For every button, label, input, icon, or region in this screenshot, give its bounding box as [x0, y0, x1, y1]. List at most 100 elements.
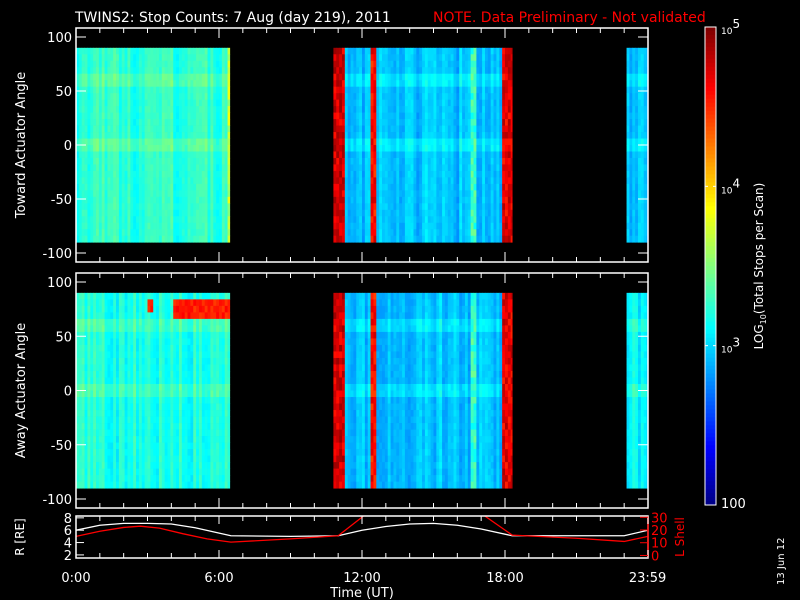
heatmap-cell	[640, 151, 645, 159]
heatmap-cell	[113, 112, 117, 120]
heatmap-cell	[150, 318, 154, 326]
heatmap-cell	[167, 106, 171, 113]
heatmap-cell	[637, 190, 642, 198]
heatmap-cell	[164, 312, 168, 320]
heatmap-cell	[390, 157, 394, 165]
heatmap-cell	[207, 216, 211, 224]
heatmap-cell	[387, 145, 391, 152]
heatmap-cell	[204, 196, 208, 204]
heatmap-cell	[356, 235, 360, 243]
heatmap-cell	[496, 138, 500, 146]
heatmap-cell	[422, 54, 426, 62]
heatmap-cell	[93, 80, 97, 88]
heatmap-cell	[98, 157, 103, 165]
heatmap-cell	[167, 403, 171, 411]
heatmap-cell	[110, 338, 114, 346]
heatmap-cell	[482, 164, 486, 172]
heatmap-cell	[87, 468, 91, 476]
heatmap-cell	[459, 67, 463, 75]
heatmap-cell	[170, 370, 174, 378]
heatmap-cell	[81, 312, 85, 320]
heatmap-cell	[336, 151, 340, 159]
heatmap-cell	[107, 157, 111, 165]
heatmap-cell	[404, 67, 409, 75]
heatmap-cell	[450, 222, 454, 230]
heatmap-cell	[436, 222, 440, 230]
heatmap-cell	[499, 106, 503, 113]
heatmap-cell	[413, 125, 417, 133]
heatmap-cell	[490, 119, 494, 126]
heatmap-cell	[90, 183, 94, 191]
heatmap-cell	[81, 209, 85, 217]
heatmap-cell	[190, 157, 194, 165]
heatmap-cell	[439, 164, 443, 172]
heatmap-cell	[136, 449, 140, 456]
heatmap-cell	[121, 190, 126, 198]
heatmap-cell	[193, 112, 197, 120]
heatmap-cell	[93, 222, 97, 230]
heatmap-cell	[136, 47, 140, 55]
heatmap-cell	[479, 145, 483, 152]
heatmap-cell	[376, 119, 380, 126]
heatmap-cell	[626, 73, 630, 81]
heatmap-cell	[632, 216, 636, 224]
heatmap-cell	[344, 164, 349, 172]
heatmap-cell	[493, 203, 497, 211]
heatmap-cell	[367, 216, 371, 224]
heatmap-cell	[399, 99, 403, 107]
heatmap-cell	[110, 132, 114, 139]
heatmap-cell	[336, 157, 340, 165]
heatmap-cell	[379, 177, 383, 185]
heatmap-cell	[210, 151, 214, 159]
heatmap-cell	[164, 442, 168, 450]
heatmap-cell	[110, 397, 114, 404]
heatmap-cell	[376, 86, 380, 94]
heatmap-cell	[373, 151, 377, 159]
heatmap-cell	[473, 151, 477, 159]
heatmap-cell	[490, 67, 494, 75]
heatmap-cell	[107, 481, 111, 489]
heatmap-cell	[164, 203, 168, 211]
heatmap-cell	[201, 190, 206, 198]
heatmap-cell	[110, 125, 114, 133]
heatmap-cell	[507, 170, 512, 178]
heatmap-cell	[467, 145, 472, 152]
heatmap-cell	[333, 222, 337, 230]
heatmap-cell	[201, 183, 206, 191]
heatmap-cell	[84, 235, 88, 243]
heatmap-cell	[184, 80, 188, 88]
heatmap-cell	[136, 462, 140, 470]
heatmap-cell	[93, 229, 97, 237]
heatmap-cell	[110, 229, 114, 237]
heatmap-cell	[110, 475, 114, 483]
heatmap-cell	[407, 60, 412, 68]
heatmap-cell	[184, 292, 188, 300]
heatmap-cell	[213, 216, 217, 224]
heatmap-cell	[130, 325, 134, 333]
heatmap-cell	[632, 190, 636, 198]
heatmap-cell	[116, 80, 120, 88]
heatmap-cell	[219, 119, 223, 126]
heatmap-cell	[121, 383, 126, 391]
heatmap-cell	[216, 93, 220, 101]
heatmap-cell	[178, 183, 183, 191]
heatmap-cell	[87, 196, 91, 204]
heatmap-cell	[470, 132, 474, 139]
heatmap-cell	[439, 54, 443, 62]
heatmap-cell	[493, 145, 497, 152]
heatmap-cell	[124, 138, 128, 146]
heatmap-cell	[181, 157, 186, 165]
heatmap-cell	[141, 170, 146, 178]
heatmap-cell	[224, 60, 228, 68]
heatmap-cell	[356, 183, 360, 191]
heatmap-cell	[178, 138, 183, 146]
heatmap-cell	[453, 86, 457, 94]
heatmap-cell	[147, 331, 151, 339]
heatmap-cell	[104, 99, 108, 107]
heatmap-cell	[404, 183, 409, 191]
heatmap-cell	[399, 203, 403, 211]
heatmap-cell	[78, 338, 83, 346]
heatmap-cell	[410, 112, 414, 120]
heatmap-cell	[104, 481, 108, 489]
heatmap-cell	[204, 229, 208, 237]
